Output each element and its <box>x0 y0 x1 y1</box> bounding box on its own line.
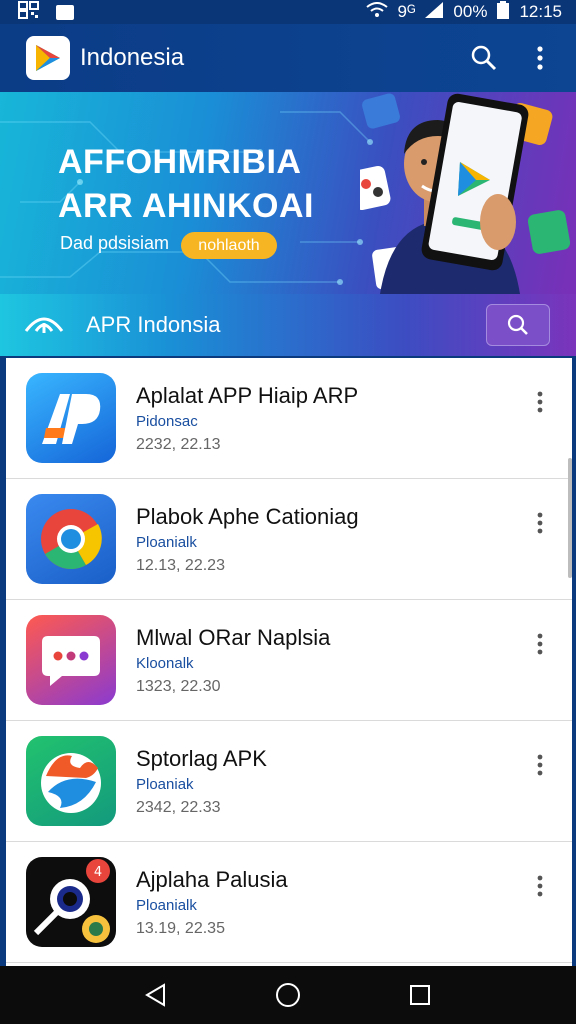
app-bar: Indonesia <box>0 24 576 92</box>
photo-leaf-icon <box>26 736 116 826</box>
search-icon <box>471 45 497 71</box>
item-menu-button[interactable] <box>522 493 558 553</box>
app-publisher: Pidonsac <box>136 412 198 430</box>
more-vert-icon <box>537 875 543 897</box>
wifi-icon <box>365 1 388 23</box>
overflow-menu-button[interactable] <box>520 38 560 78</box>
list-item[interactable]: 4 Ajplaha Palusia Ploanialk 13.19, 22.35 <box>6 842 572 963</box>
more-vert-icon <box>537 512 543 534</box>
chat-bubble-icon <box>26 615 116 705</box>
search-icon <box>507 314 528 335</box>
scrollbar-thumb[interactable] <box>568 458 572 578</box>
app-publisher: Ploanialk <box>136 896 197 914</box>
app-name: Aplalat APP Hiaip ARP <box>136 382 359 408</box>
banner-headline: AFFOHMRIBIA ARR AHINKOAI <box>58 143 314 225</box>
notification-icon <box>56 4 74 20</box>
recents-square-icon <box>410 985 430 1005</box>
item-menu-button[interactable] <box>522 735 558 795</box>
app-date: 12.13, 22.23 <box>136 556 225 574</box>
app-date: 2232, 22.13 <box>136 435 221 453</box>
status-bar: 9ᴳ 00% 12:15 <box>0 0 576 24</box>
camera-lens-icon: 4 <box>26 857 116 947</box>
list-item[interactable]: Sptorlag APK Ploaniak 2342, 22.33 <box>6 721 572 842</box>
eye-icon <box>24 310 64 340</box>
app-name: Mlwal ORar Naplsia <box>136 624 331 650</box>
person-with-phone-illustration <box>360 93 571 294</box>
list-item[interactable]: Aplalat APP Hiaip ARP Pidonsac 2232, 22.… <box>6 358 572 479</box>
home-button[interactable] <box>268 975 308 1015</box>
chrome-logo-icon <box>26 494 116 584</box>
more-vert-icon <box>537 754 543 776</box>
home-circle-icon <box>276 983 300 1007</box>
list-item[interactable]: Mlwal ORar Naplsia Kloonalk 1323, 22.30 <box>6 600 572 721</box>
app-date: 13.19, 22.35 <box>136 919 225 937</box>
banner-subtitle: Dad pdsisiam <box>60 233 170 253</box>
network-type: 9ᴳ <box>397 2 416 21</box>
app-name: Plabok Aphe Cationiag <box>136 503 359 529</box>
app-publisher: Kloonalk <box>136 654 194 672</box>
item-menu-button[interactable] <box>522 614 558 674</box>
more-vert-icon <box>537 46 543 70</box>
section-header: APR Indonsia <box>0 294 576 356</box>
clock: 12:15 <box>519 2 562 21</box>
item-menu-button[interactable] <box>522 856 558 916</box>
battery-icon <box>497 0 510 24</box>
signal-icon <box>425 1 444 23</box>
app-date: 1323, 22.30 <box>136 677 221 695</box>
ap-logo-icon <box>26 373 116 463</box>
battery-percent: 00% <box>453 2 488 21</box>
qr-icon <box>18 0 40 24</box>
svg-text:4: 4 <box>94 865 102 880</box>
app-name: Sptorlag APK <box>136 745 267 771</box>
app-publisher: Ploanialk <box>136 533 197 551</box>
app-logo-icon[interactable] <box>26 36 70 80</box>
back-button[interactable] <box>136 975 176 1015</box>
section-search-button[interactable] <box>486 304 550 346</box>
back-triangle-icon <box>145 983 165 1007</box>
page-title: Indonesia <box>80 44 185 71</box>
banner-cta-button[interactable]: nohlaoth <box>181 232 277 259</box>
more-vert-icon <box>537 633 543 655</box>
search-button[interactable] <box>464 38 504 78</box>
section-title: APR Indonsia <box>86 312 221 337</box>
app-date: 2342, 22.33 <box>136 798 221 816</box>
app-publisher: Ploaniak <box>136 775 194 793</box>
item-menu-button[interactable] <box>522 372 558 432</box>
system-nav-bar <box>0 966 576 1024</box>
recents-button[interactable] <box>400 975 440 1015</box>
app-list[interactable]: Aplalat APP Hiaip ARP Pidonsac 2232, 22.… <box>6 358 572 966</box>
more-vert-icon <box>537 391 543 413</box>
app-name: Ajplaha Palusia <box>136 866 288 892</box>
list-item[interactable]: Plabok Aphe Cationiag Ploanialk 12.13, 2… <box>6 479 572 600</box>
promo-banner[interactable]: AFFOHMRIBIA ARR AHINKOAI Dad pdsisiam no… <box>0 92 576 294</box>
